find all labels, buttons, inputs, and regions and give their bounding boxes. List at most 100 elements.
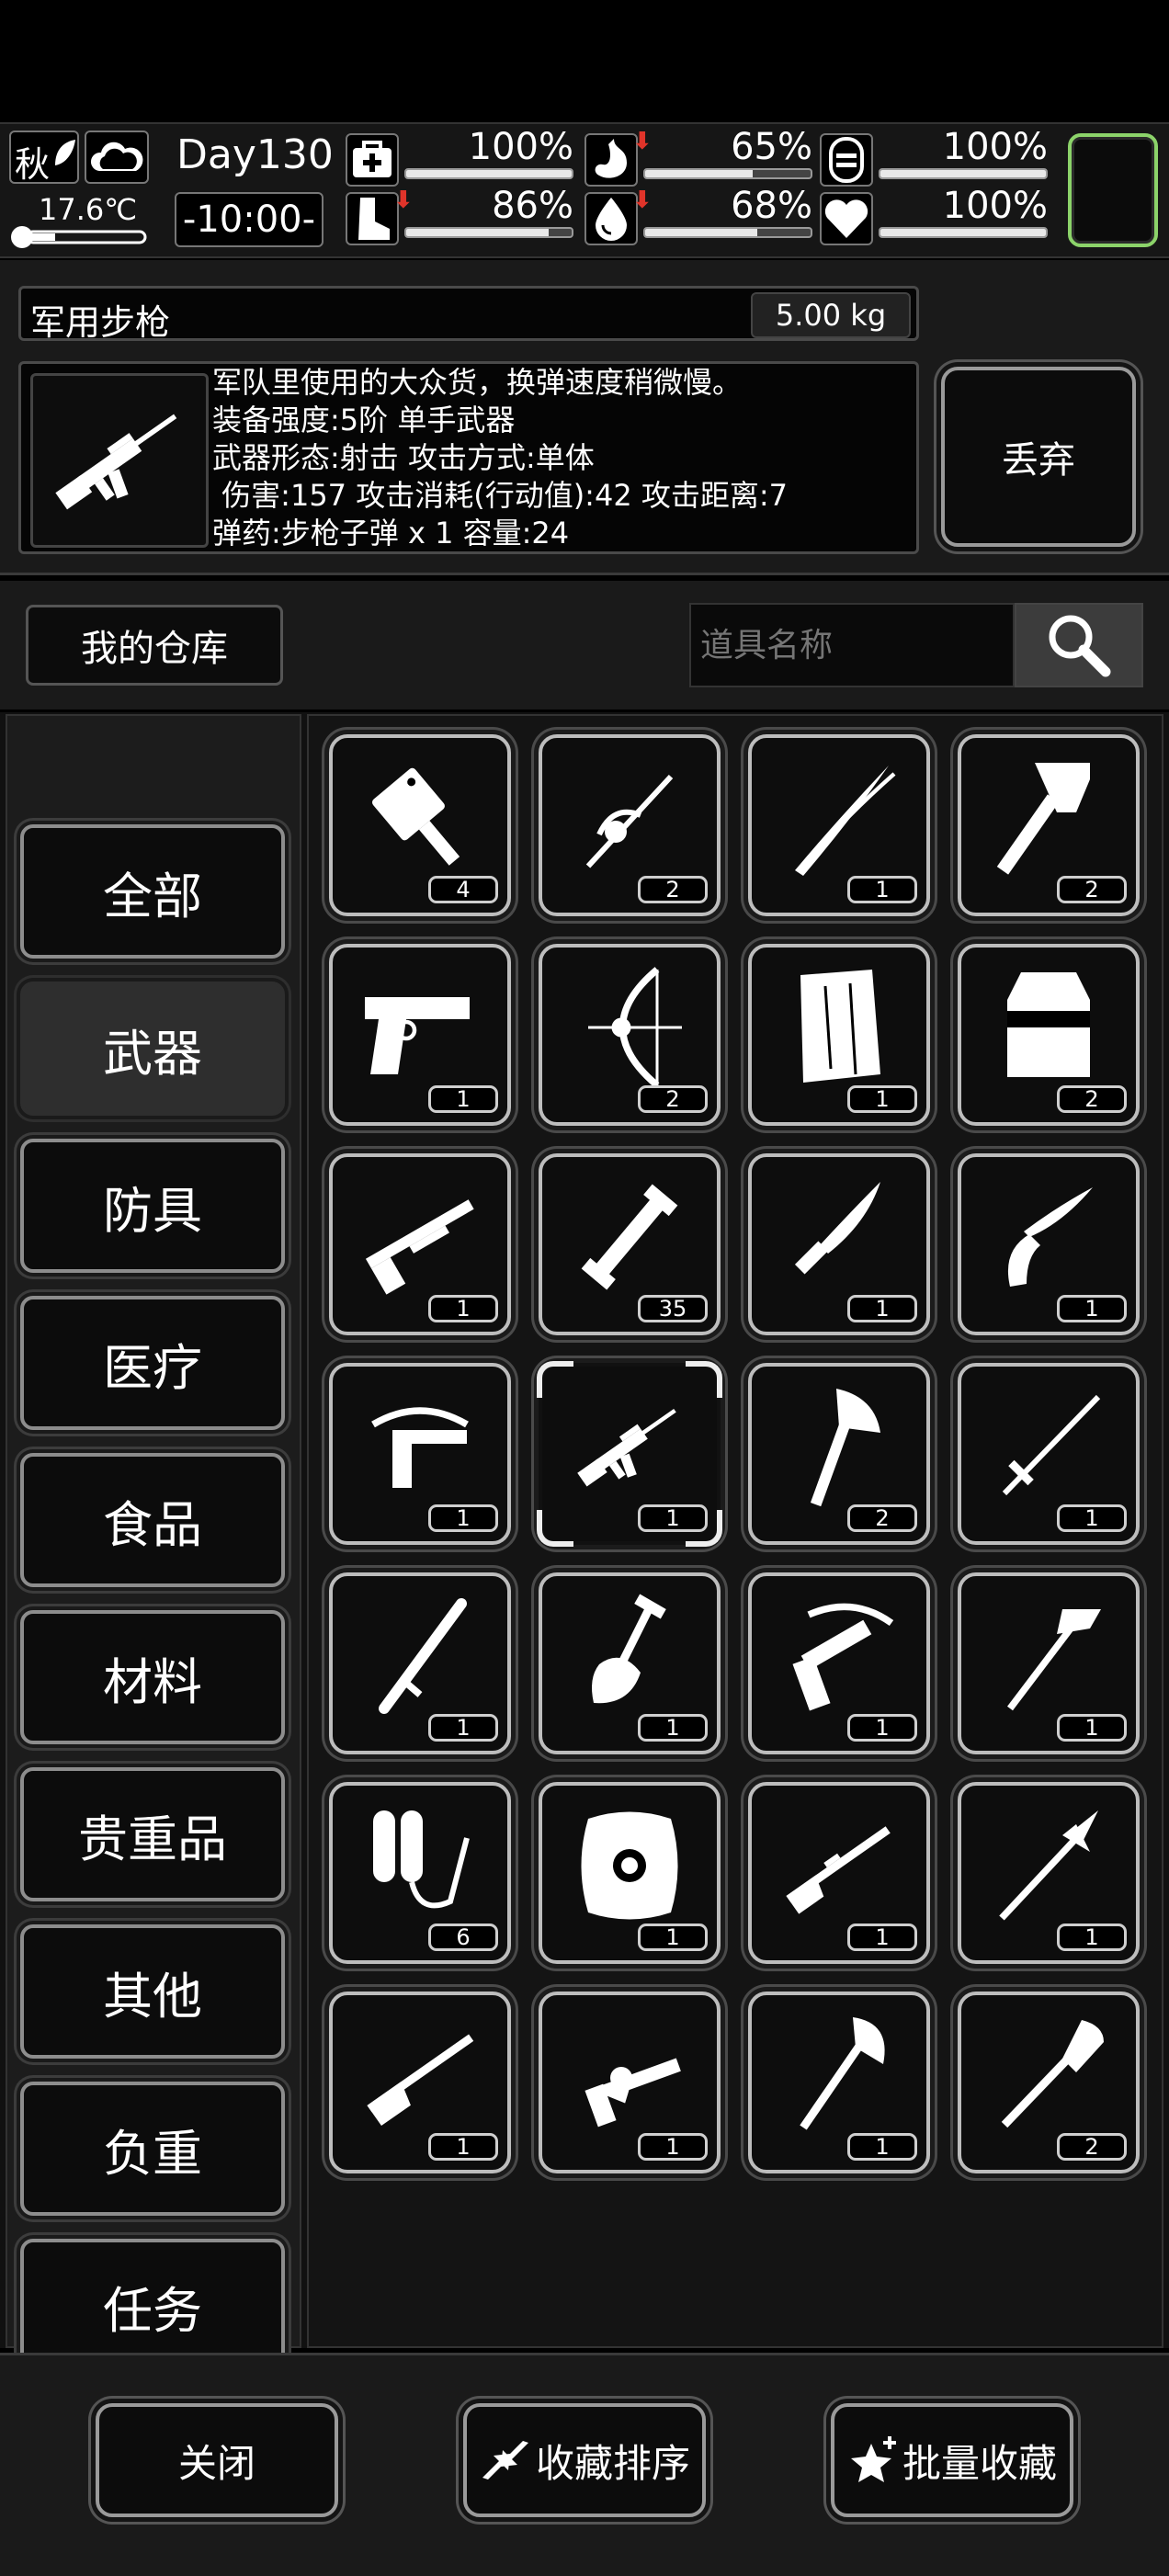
category-tab[interactable]: 贵重品 [20, 1767, 285, 1901]
riot-shield-icon [1007, 972, 1090, 1077]
compound-bow-icon [588, 967, 682, 1088]
category-tab[interactable]: 全部 [20, 824, 285, 959]
item-count: 35 [638, 1295, 708, 1322]
item-count: 1 [847, 1085, 917, 1113]
inventory-slot[interactable]: 4 [329, 734, 511, 916]
stat-value: 86% [492, 185, 573, 227]
category-tab[interactable]: 负重 [20, 2082, 285, 2216]
leaf-icon [55, 140, 75, 165]
stat-icon-box [584, 133, 638, 187]
bolt-rifle-icon [786, 1826, 891, 1914]
category-tab[interactable]: 防具 [20, 1139, 285, 1273]
inventory-slot[interactable]: 1 [748, 734, 930, 916]
cloud-icon [90, 142, 143, 171]
item-count: 4 [428, 876, 498, 903]
item-weight: 5.00 kg [775, 298, 887, 333]
discard-button[interactable]: 丢弃 [941, 367, 1136, 547]
inventory-slot[interactable]: 1 [748, 944, 930, 1126]
inventory-slot[interactable]: 1 [537, 1361, 722, 1547]
inventory-slot[interactable]: 1 [329, 1992, 511, 2173]
inventory-slot[interactable]: 1 [748, 1153, 930, 1335]
item-count: 1 [847, 1923, 917, 1951]
item-count: 1 [1057, 1295, 1127, 1322]
item-count: 1 [428, 1085, 498, 1113]
item-count: 1 [1057, 1923, 1127, 1951]
shotgun-icon [365, 1199, 474, 1295]
item-name: 军用步枪 [30, 302, 171, 343]
item-count: 1 [1057, 1504, 1127, 1532]
stomach-icon [595, 139, 627, 178]
stat-bar [879, 227, 1048, 238]
description-line: 弹药:步枪子弹 x 1 容量:24 [212, 516, 570, 550]
stat-bar [643, 168, 812, 179]
category-tab[interactable]: 其他 [20, 1924, 285, 2059]
warehouse-title: 我的仓库 [81, 628, 228, 670]
boot-icon [358, 198, 390, 240]
inventory-slot[interactable]: 2 [539, 734, 721, 916]
description-line: 伤害:157 攻击消耗(行动值):42 攻击距离:7 [212, 478, 788, 513]
description-line: 装备强度:5阶 单手武器 [212, 403, 516, 437]
item-count: 2 [1057, 876, 1127, 903]
selection-corner [686, 1361, 722, 1398]
description-line: 军队里使用的大众货，换弹速度稍微慢。 [212, 365, 743, 400]
selection-corner [537, 1510, 573, 1547]
inventory-slot[interactable]: 1 [748, 1992, 930, 2173]
warehouse-title-badge: 我的仓库 [26, 605, 283, 686]
weather-badge [85, 131, 149, 184]
item-count: 2 [1057, 2133, 1127, 2161]
inventory-slot[interactable]: 2 [958, 944, 1140, 1126]
inventory-slot[interactable]: 2 [748, 1363, 930, 1545]
inventory-slot[interactable]: 6 [329, 1782, 511, 1964]
stat-bar-fill [880, 229, 1046, 236]
batch-favorite-button[interactable]: 批量收藏 [831, 2403, 1073, 2517]
inventory-slot[interactable]: 1 [958, 1782, 1140, 1964]
inventory-slot[interactable]: 1 [539, 1572, 721, 1754]
category-tab[interactable]: 食品 [20, 1453, 285, 1587]
item-count: 2 [1057, 1085, 1127, 1113]
category-tab[interactable]: 材料 [20, 1610, 285, 1744]
assault-rifle-icon [577, 1408, 676, 1487]
inventory-slot[interactable]: 35 [539, 1153, 721, 1335]
inventory-slot[interactable]: 1 [329, 944, 511, 1126]
warning-arrow-icon: ⬇ [632, 187, 653, 214]
stat-value: 100% [468, 126, 573, 168]
status-bar: 秋 17.6℃ Day130 -10:00- 100% ⬇ 65% 100% ⬇… [0, 122, 1169, 258]
category-tab[interactable]: 医疗 [20, 1296, 285, 1430]
crossbow-pistol-icon [371, 1407, 469, 1488]
search-input[interactable] [689, 603, 1015, 687]
stat-icon-box [820, 133, 873, 187]
fire-axe-icon [1007, 1609, 1101, 1711]
inventory-slot[interactable]: 1 [748, 1572, 930, 1754]
inventory-slot[interactable]: 1 [329, 1153, 511, 1335]
inventory-slot[interactable]: 1 [958, 1572, 1140, 1754]
close-button[interactable]: 关闭 [96, 2403, 338, 2517]
star-plus-icon [850, 2436, 896, 2482]
inventory-slot[interactable]: 1 [958, 1153, 1140, 1335]
category-tab[interactable]: 武器 [20, 982, 285, 1116]
item-count: 1 [638, 1923, 708, 1951]
rapier-icon [585, 774, 674, 868]
stat-value: 65% [731, 126, 812, 168]
inventory-slot[interactable]: 1 [539, 1782, 721, 1964]
search-button[interactable] [1015, 603, 1143, 687]
inventory-area: 全部 武器 防具 医疗 食品 材料 贵重品 其他 负重 任务 4 2 1 2 1 2 1 2 1 … [0, 712, 1169, 2373]
inventory-slot[interactable]: 1 [539, 1992, 721, 2173]
inventory-slot[interactable]: 1 [329, 1363, 511, 1545]
item-count: 1 [428, 1504, 498, 1532]
inventory-slot[interactable]: 2 [958, 734, 1140, 916]
swap-arrows-icon [482, 2441, 528, 2480]
item-count: 1 [847, 1714, 917, 1742]
round-shield-icon [581, 1811, 678, 1920]
inventory-slot[interactable]: 1 [329, 1572, 511, 1754]
inventory-slot[interactable]: 2 [958, 1992, 1140, 2173]
quick-slot[interactable] [1068, 133, 1158, 247]
item-count: 1 [1057, 1714, 1127, 1742]
stat-bar-fill [645, 170, 753, 177]
flamethrower-icon [373, 1810, 470, 1909]
inventory-slot[interactable]: 1 [958, 1363, 1140, 1545]
first-aid-kit-icon [353, 141, 392, 177]
tomahawk-icon [996, 763, 1090, 875]
inventory-slot[interactable]: 2 [539, 944, 721, 1126]
favorite-sort-button[interactable]: 收藏排序 [463, 2403, 706, 2517]
inventory-slot[interactable]: 1 [748, 1782, 930, 1964]
